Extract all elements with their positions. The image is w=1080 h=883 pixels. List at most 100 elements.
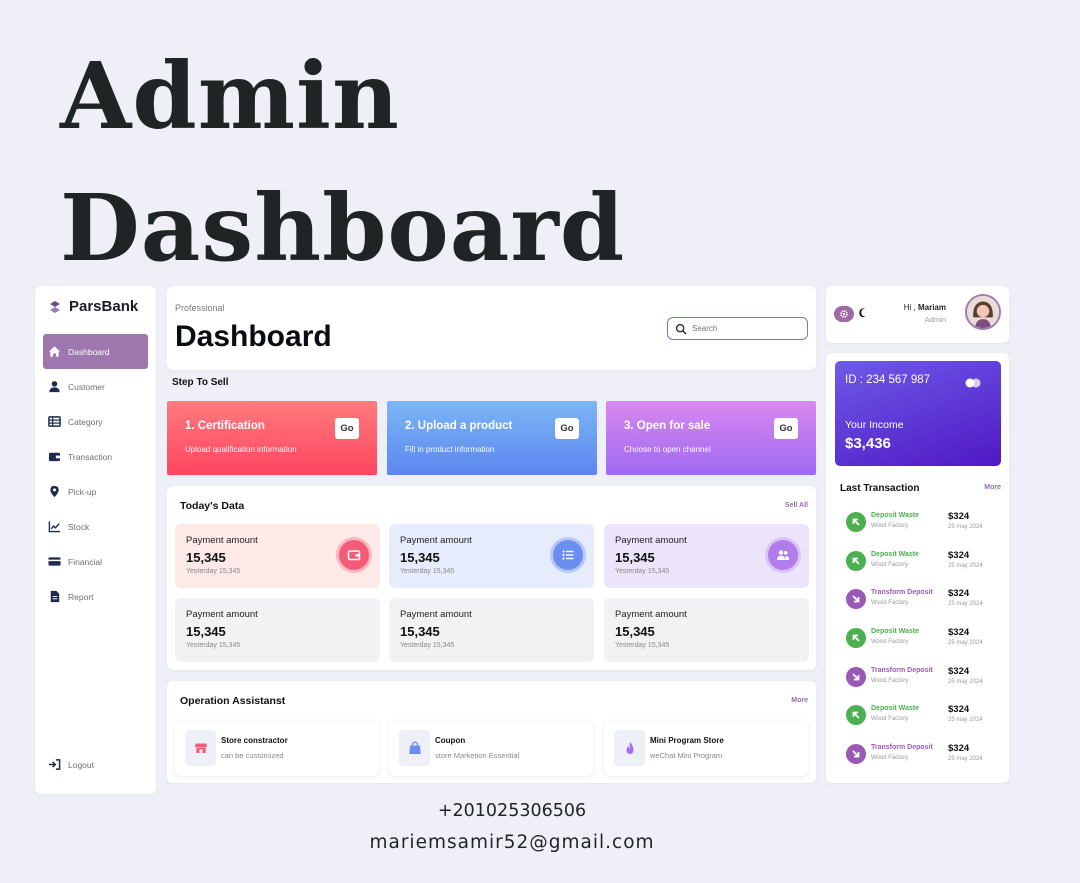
gear-icon[interactable]	[834, 306, 854, 322]
transaction-title: Transform Deposit	[871, 744, 933, 752]
sidebar-item-transaction[interactable]: Transaction	[43, 439, 148, 474]
sidebar-item-pick-up[interactable]: Pick-up	[43, 474, 148, 509]
sidebar-item-customer[interactable]: Customer	[43, 369, 148, 404]
payment-tile[interactable]: Payment amount 15,345 Yesterday 15,345	[604, 524, 809, 588]
transaction-row[interactable]: Deposit Waste Wood Factory $324 25 may 2024	[846, 508, 1006, 547]
transaction-list: Deposit Waste Wood Factory $324 25 may 2024…	[846, 508, 1006, 779]
breadcrumb: Professional	[175, 303, 225, 313]
transaction-more-link[interactable]: More	[984, 484, 1001, 491]
transaction-row[interactable]: Deposit Waste Wood Factory $324 25 may 2024	[846, 624, 1006, 663]
bag-icon	[399, 730, 430, 766]
transaction-date: 25 may 2024	[948, 562, 983, 569]
chart-line-icon	[48, 521, 61, 533]
sidebar-item-report[interactable]: Report	[43, 579, 148, 614]
step-go-button[interactable]: Go	[555, 418, 579, 439]
transaction-row[interactable]: Transform Deposit Wood Factory $324 25 may …	[846, 663, 1006, 702]
transaction-sub: Wood Factory	[871, 523, 909, 529]
transaction-amount: $324	[948, 704, 970, 716]
user-role: Admin	[924, 315, 946, 324]
step-go-button[interactable]: Go	[774, 418, 798, 439]
moon-icon[interactable]	[858, 305, 869, 323]
hero-title: Admin Dashboard	[60, 30, 625, 294]
sidebar-item-label: Dashboard	[68, 346, 110, 357]
document-icon	[50, 590, 60, 603]
transaction-row[interactable]: Deposit Waste Wood Factory $324 25 may 2024	[846, 701, 1006, 740]
transaction-date: 25 may 2024	[948, 678, 983, 685]
transaction-amount: $324	[948, 588, 970, 600]
step-subtitle: Choose to open channel	[624, 445, 711, 454]
payment-tile[interactable]: Payment amount 15,345 Yesterday 15,345	[389, 598, 594, 662]
op-sub: store Marketion Essential	[435, 751, 520, 760]
sidebar-item-dashboard[interactable]: Dashboard	[43, 334, 148, 369]
map-pin-icon	[50, 485, 59, 498]
op-item-store-constractor[interactable]: Store constractor can be customized	[175, 721, 379, 776]
operation-title: Operation Assistanst	[180, 695, 286, 707]
user-card: Hi , Mariam Admin	[826, 286, 1009, 343]
op-item-mini-program-store[interactable]: Mini Program Store weChat Mini Program	[604, 721, 808, 776]
brand[interactable]: ParsBank	[47, 298, 138, 315]
op-title: Store constractor	[221, 736, 288, 745]
transaction-amount: $324	[948, 549, 970, 561]
logout-icon	[48, 759, 61, 770]
transaction-row[interactable]: Deposit Waste Wood Factory $324 25 may 2024	[846, 547, 1006, 586]
table-icon	[48, 416, 61, 427]
income-label: Your Income	[845, 419, 904, 431]
transaction-amount: $324	[948, 743, 970, 755]
transaction-row[interactable]: Transform Deposit Wood Factory $324 25 may …	[846, 740, 1006, 779]
search-box[interactable]	[667, 317, 808, 340]
logout-button[interactable]: Logout	[48, 758, 94, 771]
transaction-sub: Wood Factory	[871, 677, 909, 684]
sidebar-item-category[interactable]: Category	[43, 404, 148, 439]
logout-label: Logout	[68, 759, 94, 770]
step-card-open-for-sale[interactable]: 3. Open for sale Choose to open channel …	[606, 401, 816, 475]
operation-more-link[interactable]: More	[791, 697, 808, 704]
user-name: Mariam	[917, 303, 946, 312]
op-item-coupon[interactable]: Coupon store Marketion Essential	[389, 721, 593, 776]
contact-phone: +201025306506	[437, 801, 587, 821]
sidebar: ParsBank Dashboard Customer Category Tra…	[35, 286, 156, 794]
transaction-title: Transform Deposit	[871, 666, 933, 674]
sidebar-item-financial[interactable]: Financial	[43, 544, 148, 579]
transaction-row[interactable]: Transform Deposit Wood Factory $324 25 may …	[846, 585, 1006, 624]
transaction-date: 25 may 2024	[948, 601, 983, 608]
payment-tile[interactable]: Payment amount 15,345 Yesterday 15,345	[389, 524, 594, 588]
operation-assistant-card: Operation Assistanst More Store constrac…	[167, 681, 816, 783]
bank-card[interactable]: ID : 234 567 987 Your Income $3,436	[835, 361, 1001, 466]
tile-label: Payment amount	[400, 609, 472, 620]
payment-tile[interactable]: Payment amount 15,345 Yesterday 15,345	[604, 598, 809, 662]
transaction-date: 25 may 2024	[948, 717, 983, 724]
wallet-icon	[339, 540, 369, 570]
step-card-upload-product[interactable]: 2. Upload a product Fill in product info…	[387, 401, 597, 475]
transaction-amount: $324	[948, 511, 970, 522]
tile-value: 15,345	[400, 550, 440, 565]
transaction-sub: Wood Factory	[871, 639, 909, 646]
theme-toggle[interactable]	[834, 306, 876, 322]
arrow-down-right-icon	[846, 589, 866, 610]
tile-value: 15,345	[615, 624, 655, 639]
payment-tile[interactable]: Payment amount 15,345 Yesterday 15,345	[175, 598, 380, 662]
income-value: $3,436	[845, 435, 891, 452]
tile-label: Payment amount	[615, 535, 687, 546]
arrow-down-right-icon	[846, 744, 866, 765]
transaction-title: Deposit Waste	[871, 550, 919, 558]
tile-sub: Yesterday 15,345	[186, 642, 241, 649]
step-card-certification[interactable]: 1. Certification Upload qualification in…	[167, 401, 377, 475]
op-sub: weChat Mini Program	[650, 751, 723, 760]
tile-sub: Yesterday 15,345	[615, 642, 670, 649]
transaction-date: 25 may 2024	[948, 524, 983, 530]
arrow-down-right-icon	[846, 666, 866, 687]
sell-all-link[interactable]: Sell All	[785, 502, 808, 509]
todays-data-title: Today's Data	[180, 500, 245, 512]
todays-data-card: Today's Data Sell All Payment amount 15,…	[167, 486, 816, 670]
credit-card-icon	[48, 557, 61, 566]
transaction-panel: ID : 234 567 987 Your Income $3,436 Last…	[826, 353, 1009, 783]
users-icon	[768, 540, 798, 570]
avatar[interactable]	[965, 294, 1001, 330]
search-input[interactable]	[692, 324, 792, 333]
flame-icon	[614, 730, 645, 766]
sidebar-item-stock[interactable]: Stock	[43, 509, 148, 544]
step-go-button[interactable]: Go	[335, 418, 359, 439]
op-title: Coupon	[435, 736, 466, 745]
payment-tile[interactable]: Payment amount 15,345 Yesterday 15,345	[175, 524, 380, 588]
transaction-amount: $324	[948, 627, 970, 639]
